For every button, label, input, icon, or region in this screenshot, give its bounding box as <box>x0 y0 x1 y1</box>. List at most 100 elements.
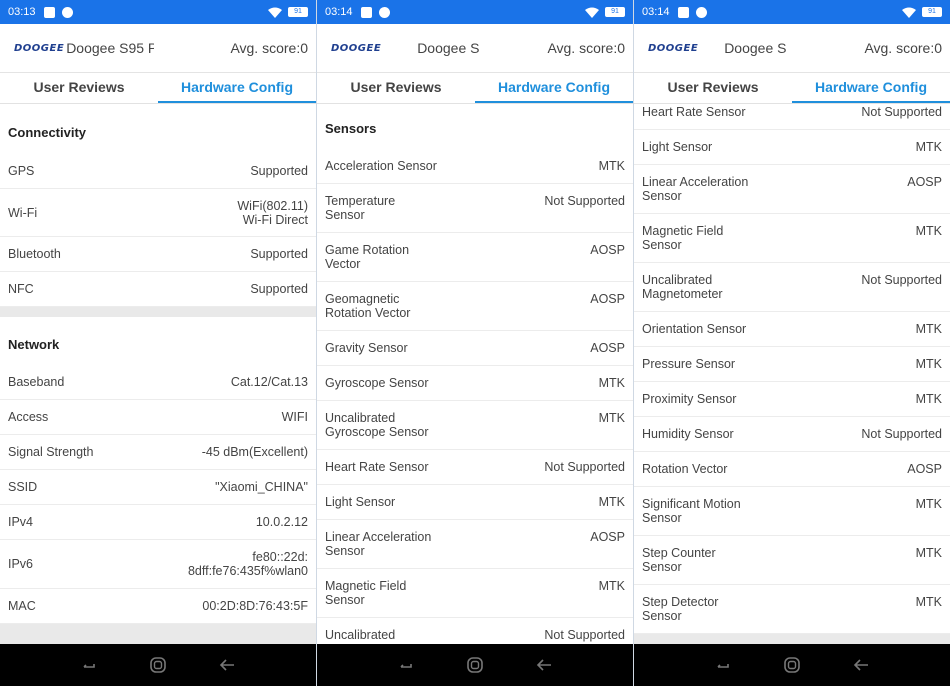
row-value: 00:2D:8D:76:43:5F <box>202 599 308 613</box>
list-item: Bluetooth Supported <box>0 237 316 272</box>
list-item: Heart Rate Sensor Not Supported <box>317 450 633 485</box>
section-divider <box>634 634 950 644</box>
hardware-config-list[interactable]: Heart Rate Sensor Not Supported Light Sen… <box>634 105 950 644</box>
row-label: Uncalibrated Magnetometer <box>642 273 723 301</box>
image-notification-icon <box>360 6 372 18</box>
row-label: Heart Rate Sensor <box>642 105 746 119</box>
section-divider <box>0 624 316 644</box>
list-item: Wi-Fi WiFi(802.11) Wi-Fi Direct <box>0 189 316 237</box>
section-title-connectivity: Connectivity <box>8 125 87 140</box>
row-value: 10.0.2.12 <box>255 515 308 529</box>
recent-apps-icon[interactable] <box>396 655 416 675</box>
back-icon[interactable] <box>534 655 554 675</box>
row-label: Wi-Fi <box>8 205 38 220</box>
list-item: Magnetic Field Sensor MTK <box>317 569 633 618</box>
row-label: SSID <box>8 480 38 494</box>
status-time: 03:14 <box>325 6 353 18</box>
tab-user-reviews[interactable]: User Reviews <box>634 73 792 103</box>
row-value: Not Supported <box>861 427 942 441</box>
list-item: Light Sensor MTK <box>634 130 950 165</box>
section-title-network: Network <box>8 337 60 352</box>
tab-hardware-config[interactable]: Hardware Config <box>475 73 633 103</box>
battery-icon: 91 <box>288 7 308 17</box>
row-value: MTK <box>915 357 942 371</box>
list-item: Game Rotation Vector AOSP <box>317 233 633 282</box>
home-icon[interactable] <box>782 655 802 675</box>
avg-score: Avg. score:0 <box>230 40 308 56</box>
list-item: SSID "Xiaomi_CHINA" <box>0 470 316 505</box>
app-notification-icon <box>695 6 707 18</box>
list-item: Linear Acceleration Sensor AOSP <box>317 520 633 569</box>
row-value: MTK <box>915 140 942 154</box>
row-label: Acceleration Sensor <box>325 159 437 173</box>
brand-logo: DOOGEE <box>648 42 699 54</box>
tab-bar: User Reviews Hardware Config <box>634 73 950 104</box>
list-item: Acceleration Sensor MTK <box>317 149 633 184</box>
home-icon[interactable] <box>148 655 168 675</box>
row-value: MTK <box>598 376 625 390</box>
row-label: Step Detector Sensor <box>642 595 719 623</box>
brand-logo: DOOGEE <box>14 42 65 54</box>
avg-score: Avg. score:0 <box>547 40 625 56</box>
row-value: "Xiaomi_CHINA" <box>215 480 308 494</box>
row-label: IPv4 <box>8 515 34 529</box>
tab-hardware-config[interactable]: Hardware Config <box>158 73 316 103</box>
tab-hardware-config[interactable]: Hardware Config <box>792 73 950 103</box>
list-item: Proximity Sensor MTK <box>634 382 950 417</box>
row-label: Light Sensor <box>325 495 396 509</box>
row-value: WiFi(802.11) Wi-Fi Direct <box>237 198 308 227</box>
list-item: MAC 00:2D:8D:76:43:5F <box>0 589 316 624</box>
list-item: Orientation Sensor MTK <box>634 312 950 347</box>
list-item: Geomagnetic Rotation Vector AOSP <box>317 282 633 331</box>
row-value: Cat.12/Cat.13 <box>230 375 308 389</box>
list-item: NFC Supported <box>0 272 316 307</box>
home-icon[interactable] <box>465 655 485 675</box>
tab-user-reviews[interactable]: User Reviews <box>317 73 475 103</box>
list-item: Heart Rate Sensor Not Supported <box>634 105 950 130</box>
row-label: Orientation Sensor <box>642 322 747 336</box>
phone-screen-1: 03:13 91 DOOGEE Doogee S95 Pro Avg. scor… <box>0 0 317 686</box>
list-item: Access WIFI <box>0 400 316 435</box>
row-value: MTK <box>598 495 625 509</box>
row-value: MTK <box>915 497 942 511</box>
row-value: MTK <box>598 159 625 173</box>
list-item: Pressure Sensor MTK <box>634 347 950 382</box>
row-value: AOSP <box>907 175 942 189</box>
row-label: GPS <box>8 163 35 178</box>
recent-apps-icon[interactable] <box>79 655 99 675</box>
row-value: Not Supported <box>544 194 625 208</box>
row-label: Gyroscope Sensor <box>325 376 429 390</box>
hardware-config-list[interactable]: Sensors Acceleration Sensor MTK Temperatu… <box>317 105 633 644</box>
row-label: Linear Acceleration Sensor <box>642 175 749 203</box>
row-label: Rotation Vector <box>642 462 728 476</box>
row-label: Geomagnetic Rotation Vector <box>325 292 411 320</box>
app-notification-icon <box>61 6 73 18</box>
list-item: IPv4 10.0.2.12 <box>0 505 316 540</box>
list-item: Uncalibrated Gyroscope Sensor MTK <box>317 401 633 450</box>
list-item: Uncalibrated Not Supported <box>317 618 633 644</box>
wifi-icon <box>268 7 282 18</box>
status-time: 03:13 <box>8 6 36 18</box>
tab-user-reviews[interactable]: User Reviews <box>0 73 158 103</box>
row-value: MTK <box>598 411 625 425</box>
row-label: Gravity Sensor <box>325 341 408 355</box>
row-label: NFC <box>8 282 34 296</box>
section-title-sensors: Sensors <box>325 121 377 136</box>
device-name: Doogee S95 Pro <box>66 40 154 56</box>
list-item: GPS Supported <box>0 153 316 189</box>
back-icon[interactable] <box>851 655 871 675</box>
recent-apps-icon[interactable] <box>713 655 733 675</box>
list-item: Signal Strength -45 dBm(Excellent) <box>0 435 316 470</box>
row-label: Pressure Sensor <box>642 357 736 371</box>
app-notification-icon <box>378 6 390 18</box>
status-bar: 03:14 91 <box>634 0 950 24</box>
hardware-config-list[interactable]: Connectivity GPS Supported Wi-Fi WiFi(802.… <box>0 105 316 644</box>
row-value: Supported <box>250 282 308 296</box>
row-value: AOSP <box>590 341 625 355</box>
row-label: Heart Rate Sensor <box>325 460 429 474</box>
row-label: Significant Motion Sensor <box>642 497 741 525</box>
row-label: Access <box>8 410 49 424</box>
avg-score: Avg. score:0 <box>864 40 942 56</box>
list-item: Humidity Sensor Not Supported <box>634 417 950 452</box>
back-icon[interactable] <box>217 655 237 675</box>
